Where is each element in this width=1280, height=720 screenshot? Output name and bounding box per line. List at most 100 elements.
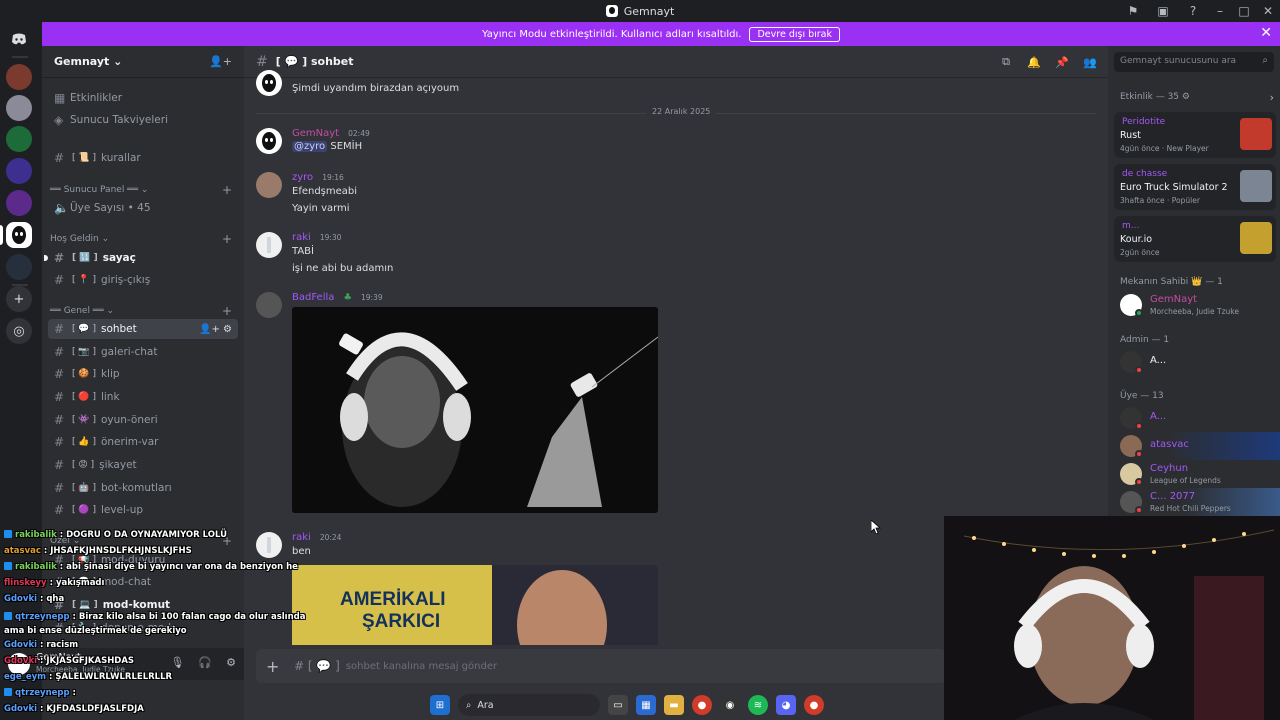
channel-member-count[interactable]: 🔈 Üye Sayısı • 45 xyxy=(48,198,238,218)
user-avatar[interactable] xyxy=(256,232,282,258)
message-author[interactable]: GemNayt xyxy=(292,128,339,139)
message-text: @zyro SEMİH xyxy=(292,141,362,152)
close-banner-icon[interactable]: ✕ xyxy=(1260,25,1272,41)
member-item[interactable]: C... 2077 Red Hot Chili Peppers xyxy=(1120,488,1280,516)
obs-icon[interactable]: ◉ xyxy=(720,695,740,715)
chat-message: qtrzeynepp : Biraz kilo alsa bi 100 fala… xyxy=(4,612,306,636)
flag-icon[interactable]: ⚑ xyxy=(1118,0,1148,22)
app-logo-icon xyxy=(605,5,618,17)
taskbar-search[interactable]: ⌕ Ara xyxy=(458,694,600,716)
add-channel-icon[interactable]: + xyxy=(222,304,232,318)
channel-sikayet[interactable]: # [ 😡 ] şikayet xyxy=(48,455,238,475)
channel-kurallar[interactable]: # [ 📜 ] kurallar xyxy=(48,148,238,168)
member-item[interactable]: Ceyhun League of Legends xyxy=(1120,460,1280,488)
user-avatar[interactable] xyxy=(256,128,282,154)
spotify-icon[interactable]: ≋ xyxy=(748,695,768,715)
member-item[interactable]: atasvac xyxy=(1120,432,1280,460)
notification-bell-icon[interactable]: 🔔 xyxy=(1022,56,1046,69)
disable-streamer-mode-button[interactable]: Devre dışı bırak xyxy=(749,26,841,42)
image-attachment[interactable]: AMERİKALI ŞARKICI xyxy=(292,565,658,645)
pin-icon[interactable]: 📌 xyxy=(1050,56,1074,69)
server-search-input[interactable]: Gemnayt sunucusunu ara ⌕ xyxy=(1114,52,1274,72)
channel-link[interactable]: # [ 🔴 ] link xyxy=(48,387,238,407)
user-avatar[interactable] xyxy=(256,292,282,318)
channel-onerim-var[interactable]: # [ 👍 ] önerim-var xyxy=(48,432,238,452)
discord-taskbar-icon[interactable]: ◕ xyxy=(776,695,796,715)
message-author[interactable]: raki xyxy=(292,232,311,243)
channel-label: kurallar xyxy=(100,152,141,164)
message-text: işi ne abi bu adamın xyxy=(292,263,394,274)
member-activity: Morcheeba, Judie Tzuke xyxy=(1150,307,1239,316)
server-header[interactable]: Gemnayt ⌄ 👤+ xyxy=(42,46,244,78)
member-item[interactable]: GemNayt Morcheeba, Judie Tzuke xyxy=(1120,291,1280,319)
channel-title: [ 💬 ] sohbet xyxy=(275,55,354,68)
server-avatar-4[interactable] xyxy=(6,158,32,184)
activity-card[interactable]: de chasse Euro Truck Simulator 2 3hafta … xyxy=(1114,164,1276,210)
activity-card[interactable]: Peridotite Rust 4gün önce · New Player xyxy=(1114,112,1276,158)
add-channel-icon[interactable]: + xyxy=(222,183,232,197)
chat-message: atasvac : JHSAFKJHNSDLFKHJNSLKJFHS xyxy=(4,546,192,556)
member-avatar xyxy=(1120,294,1143,317)
chrome-profile-icon[interactable]: ● xyxy=(804,695,824,715)
category-hos-geldin[interactable]: Hoş Geldin ⌄ + xyxy=(50,231,240,247)
sidebar-item-events[interactable]: ▦ Etkinlikler xyxy=(48,88,238,108)
inbox-icon[interactable]: ▣ xyxy=(1148,0,1178,22)
channel-sohbet[interactable]: # [ 💬 ] sohbet 👤+ ⚙ xyxy=(48,319,238,339)
member-name: atasvac xyxy=(1150,439,1189,450)
message-composer[interactable]: + # [ 💬 ] sohbet kanalına mesaj gönder xyxy=(256,649,946,683)
text-channel-icon: # xyxy=(54,345,65,359)
user-avatar[interactable] xyxy=(256,70,282,96)
maximize-icon[interactable]: □ xyxy=(1232,0,1256,22)
category-label: ══ Sunucu Panel ══ xyxy=(50,185,139,195)
category-genel[interactable]: ══ Genel ══ ⌄ + xyxy=(50,303,240,319)
user-avatar[interactable] xyxy=(256,172,282,198)
sidebar-item-boosts[interactable]: ◈ Sunucu Takviyeleri xyxy=(48,110,238,130)
store-icon[interactable]: ▦ xyxy=(636,695,656,715)
minimize-icon[interactable]: – xyxy=(1208,0,1232,22)
activity-card[interactable]: m... Kour.io 2gün önce xyxy=(1114,216,1276,262)
channel-emoji-icon: [ 🔴 ] xyxy=(72,392,96,402)
server-avatar-1[interactable] xyxy=(6,64,32,90)
member-item[interactable]: A... xyxy=(1120,404,1280,432)
invite-people-icon[interactable]: 👤+ xyxy=(209,55,232,68)
discord-home-icon[interactable] xyxy=(6,26,32,52)
sidebar-item-label: Etkinlikler xyxy=(70,92,123,104)
channel-sayac[interactable]: # [ 🔢 ] sayaç xyxy=(44,248,238,268)
member-list-icon[interactable]: 👥 xyxy=(1078,56,1102,69)
channel-label: giriş-çıkış xyxy=(100,274,151,286)
mouse-cursor-icon xyxy=(871,520,881,534)
server-gemnayt[interactable] xyxy=(6,222,32,248)
channel-label: sayaç xyxy=(102,252,136,264)
add-server-icon[interactable]: + xyxy=(6,286,32,312)
channel-galeri-chat[interactable]: # [ 📷 ] galeri-chat xyxy=(48,342,238,362)
threads-icon[interactable]: ⧉ xyxy=(994,55,1018,69)
file-explorer-icon[interactable]: ▬ xyxy=(664,695,684,715)
help-icon[interactable]: ? xyxy=(1178,0,1208,22)
message-author[interactable]: BadFella xyxy=(292,292,334,303)
stream-chat-overlay: rakibalik : DOGRU O DA OYNAYAMIYOR LOLÜ … xyxy=(0,512,330,720)
server-avatar-5[interactable] xyxy=(6,190,32,216)
channel-giris-cikis[interactable]: # [ 📍 ] giriş-çıkış xyxy=(48,270,238,290)
chevron-right-icon[interactable]: › xyxy=(1270,91,1274,104)
unread-indicator xyxy=(44,255,48,261)
close-window-icon[interactable]: ✕ xyxy=(1256,0,1280,22)
message-author[interactable]: zyro xyxy=(292,172,313,183)
channel-bot-komutlari[interactable]: # [ 🤖 ] bot-komutları xyxy=(48,478,238,498)
channel-klip[interactable]: # [ 🍪 ] klip xyxy=(48,364,238,384)
channel-oyun-oneri[interactable]: # [ 👾 ] oyun-öneri xyxy=(48,410,238,430)
category-sunucu-panel[interactable]: ══ Sunucu Panel ══ ⌄ + xyxy=(50,182,240,198)
explore-servers-icon[interactable]: ◎ xyxy=(6,318,32,344)
chat-message: ege_eym : ŞALELWLRLWLRLELRLLR xyxy=(4,672,173,682)
channel-settings-icon[interactable]: 👤+ ⚙ xyxy=(199,324,232,335)
chrome-icon[interactable]: ● xyxy=(692,695,712,715)
task-view-icon[interactable]: ▭ xyxy=(608,695,628,715)
start-menu-icon[interactable]: ⊞ xyxy=(430,695,450,715)
user-mention[interactable]: @zyro xyxy=(292,141,328,152)
server-avatar-2[interactable] xyxy=(6,95,32,121)
member-avatar xyxy=(1120,463,1143,486)
server-avatar-3[interactable] xyxy=(6,126,32,152)
member-item[interactable]: A... xyxy=(1120,348,1280,376)
server-avatar-7[interactable] xyxy=(6,254,32,280)
add-channel-icon[interactable]: + xyxy=(222,232,232,246)
image-attachment[interactable] xyxy=(292,307,658,513)
